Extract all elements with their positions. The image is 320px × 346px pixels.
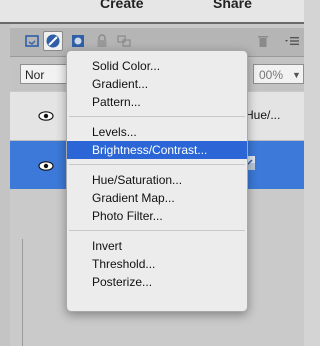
visibility-eye-icon[interactable] <box>38 111 54 121</box>
menu-item-hue-saturation[interactable]: Hue/Saturation... <box>67 171 247 189</box>
menu-item-gradient-map[interactable]: Gradient Map... <box>67 189 247 207</box>
panel-menu-icon <box>285 37 299 45</box>
panel-menu-button[interactable] <box>282 31 302 51</box>
tab-share[interactable]: Share <box>213 0 252 11</box>
menu-item-photo-filter[interactable]: Photo Filter... <box>67 207 247 225</box>
layer-mask-button[interactable] <box>68 31 88 51</box>
layer-mask-icon <box>72 35 84 47</box>
menu-item-posterize[interactable]: Posterize... <box>67 273 247 291</box>
menu-separator <box>69 164 245 165</box>
layer-name: Hue/... <box>245 108 281 122</box>
new-layer-icon <box>25 35 39 47</box>
link-icon <box>117 35 131 47</box>
menu-separator <box>69 230 245 231</box>
menu-separator <box>69 116 245 117</box>
app-window: Create Share Nor 00% ▼ Hue/... Solid Col… <box>0 0 304 346</box>
visibility-eye-icon[interactable] <box>38 161 54 171</box>
adjustment-layer-icon <box>46 34 60 48</box>
menu-item-gradient[interactable]: Gradient... <box>67 75 247 93</box>
divider <box>22 239 23 346</box>
opacity-value: 00% <box>259 68 284 82</box>
menu-item-brightness-contrast[interactable]: Brightness/Contrast... <box>67 141 247 159</box>
new-layer-button[interactable] <box>22 31 42 51</box>
opacity-field[interactable]: 00% ▼ <box>253 64 304 84</box>
chevron-down-icon: ▼ <box>292 70 301 80</box>
menu-item-threshold[interactable]: Threshold... <box>67 255 247 273</box>
adjustment-layer-menu: Solid Color... Gradient... Pattern... Le… <box>66 50 248 312</box>
left-edge <box>0 24 10 346</box>
menu-item-solid-color[interactable]: Solid Color... <box>67 57 247 75</box>
lock-button[interactable] <box>92 31 112 51</box>
blend-mode-select[interactable]: Nor <box>20 64 72 84</box>
menu-item-invert[interactable]: Invert <box>67 237 247 255</box>
menu-item-levels[interactable]: Levels... <box>67 123 247 141</box>
menu-item-pattern[interactable]: Pattern... <box>67 93 247 111</box>
top-tabs: Create Share <box>0 0 304 22</box>
delete-layer-button[interactable] <box>253 31 273 51</box>
lock-icon <box>97 34 107 47</box>
link-button[interactable] <box>114 31 134 51</box>
tab-create[interactable]: Create <box>100 0 144 11</box>
adjustment-layer-button[interactable] <box>43 31 63 51</box>
trash-icon <box>258 36 268 47</box>
